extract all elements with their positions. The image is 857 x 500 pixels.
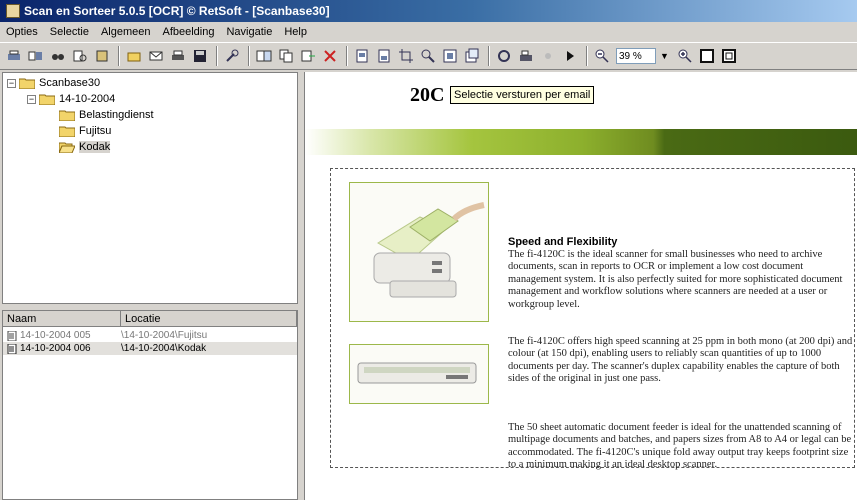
tools-icon[interactable] — [222, 46, 242, 66]
collapse-toggle[interactable]: − — [7, 78, 16, 88]
folder-icon — [59, 110, 75, 121]
file-name: 14-10-2004 006 — [20, 343, 91, 354]
collapse-toggle[interactable]: − — [27, 94, 36, 104]
export-icon[interactable] — [298, 46, 318, 66]
crop-icon[interactable] — [396, 46, 416, 66]
save-icon[interactable] — [190, 46, 210, 66]
play-icon[interactable] — [560, 46, 580, 66]
zoom-area-icon[interactable] — [418, 46, 438, 66]
new-folder-icon[interactable] — [124, 46, 144, 66]
toolbar-separator — [216, 46, 218, 66]
tooltip: Selectie versturen per email — [450, 86, 595, 104]
tree-item-date[interactable]: − 14-10-2004 — [27, 91, 115, 107]
menu-opties[interactable]: Opties — [0, 26, 44, 38]
refresh-icon[interactable] — [494, 46, 514, 66]
tree-item-fujitsu[interactable]: Fujitsu — [59, 123, 111, 139]
find-icon[interactable] — [48, 46, 68, 66]
table-row[interactable]: 14-10-2004 005 \14-10-2004\Fujitsu — [3, 329, 297, 342]
scan-batch-icon[interactable] — [26, 46, 46, 66]
paragraph-3: The 50 sheet automatic document feeder i… — [508, 422, 852, 471]
tree-item-label: 14-10-2004 — [59, 93, 116, 105]
menu-help[interactable]: Help — [278, 26, 313, 38]
file-location: \14-10-2004\Kodak — [121, 343, 207, 354]
zoom-select[interactable]: 39 % — [616, 48, 656, 64]
tree-item-label: Scanbase30 — [39, 77, 101, 89]
feeder-photo — [349, 344, 489, 404]
print-icon[interactable] — [168, 46, 188, 66]
file-name: 14-10-2004 005 — [20, 330, 91, 341]
scanner-icon[interactable] — [516, 46, 536, 66]
brightness-icon[interactable] — [538, 46, 558, 66]
column-header-naam[interactable]: Naam — [3, 311, 121, 327]
toolbar-separator — [118, 46, 120, 66]
folder-icon — [19, 78, 35, 89]
scan-icon[interactable] — [4, 46, 24, 66]
menu-bar: Opties Selectie Algemeen Afbeelding Navi… — [0, 22, 857, 42]
document-viewer[interactable]: 20C Selectie versturen per email Speed a… — [304, 72, 857, 500]
archive-icon[interactable] — [92, 46, 112, 66]
section-title: Speed and Flexibility — [508, 236, 618, 248]
app-icon — [6, 4, 20, 18]
fit-icon[interactable] — [440, 46, 460, 66]
delete-icon[interactable] — [320, 46, 340, 66]
document-icon — [7, 343, 17, 354]
search-text-icon[interactable] — [70, 46, 90, 66]
email-icon[interactable] — [146, 46, 166, 66]
folder-tree: − Scanbase30 − 14-10-2004 Belastingdiens… — [2, 72, 298, 304]
folder-icon — [39, 94, 55, 105]
tree-item-scanbase30[interactable]: − Scanbase30 — [7, 75, 100, 91]
paragraph-2: The fi-4120C offers high speed scanning … — [508, 336, 853, 385]
tree-item-belastingdienst[interactable]: Belastingdienst — [59, 107, 154, 123]
zoom-out-icon[interactable] — [592, 46, 612, 66]
menu-selectie[interactable]: Selectie — [44, 26, 95, 38]
document-banner — [305, 129, 857, 155]
menu-navigatie[interactable]: Navigatie — [220, 26, 278, 38]
tree-item-label: Kodak — [79, 141, 111, 153]
document-icon — [7, 330, 17, 341]
window-title: Scan en Sorteer 5.0.5 [OCR] © RetSoft - … — [24, 4, 330, 18]
tree-item-label: Belastingdienst — [79, 109, 154, 121]
tree-item-label: Fujitsu — [79, 125, 112, 137]
toolbar-separator — [488, 46, 490, 66]
rotate-icon[interactable] — [462, 46, 482, 66]
toolbar-separator — [248, 46, 250, 66]
tree-item-kodak[interactable]: Kodak — [59, 139, 111, 155]
toolbar-separator — [586, 46, 588, 66]
copy-icon[interactable] — [276, 46, 296, 66]
table-row[interactable]: 14-10-2004 006 \14-10-2004\Kodak — [3, 342, 297, 355]
column-header-locatie[interactable]: Locatie — [121, 311, 297, 327]
two-page-icon[interactable] — [719, 46, 739, 66]
menu-algemeen[interactable]: Algemeen — [95, 26, 157, 38]
paragraph-1: The fi-4120C is the ideal scanner for sm… — [508, 249, 843, 310]
zoom-in-icon[interactable] — [675, 46, 695, 66]
open-folder-icon — [59, 142, 75, 153]
file-location: \14-10-2004\Fujitsu — [121, 330, 208, 341]
title-bar: Scan en Sorteer 5.0.5 [OCR] © RetSoft - … — [0, 0, 857, 22]
folder-icon — [59, 126, 75, 137]
toolbar-separator — [346, 46, 348, 66]
toolbar: 39 % ▼ — [0, 42, 857, 70]
single-page-icon[interactable] — [697, 46, 717, 66]
file-list-header: Naam Locatie — [3, 311, 297, 327]
page-select-icon[interactable] — [374, 46, 394, 66]
menu-afbeelding[interactable]: Afbeelding — [156, 26, 220, 38]
scanner-photo — [349, 182, 489, 322]
chevron-down-icon[interactable]: ▼ — [660, 51, 669, 61]
page-icon[interactable] — [352, 46, 372, 66]
file-list: Naam Locatie 14-10-2004 005 \14-10-2004\… — [2, 310, 298, 500]
document-heading: 20C — [410, 84, 445, 106]
ocr-icon[interactable] — [254, 46, 274, 66]
